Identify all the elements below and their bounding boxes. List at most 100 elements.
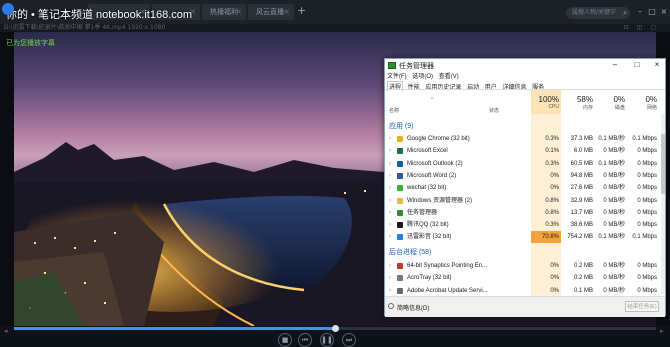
add-tab-icon[interactable]: +	[297, 4, 306, 18]
maximize-icon[interactable]: □	[646, 6, 658, 18]
expand-chevron-icon[interactable]: ›	[389, 207, 391, 219]
disk-value: 0.1 MB/秒	[598, 136, 625, 142]
explorer-icon	[397, 197, 403, 204]
memory-value: 13.7 MB	[570, 209, 593, 216]
fewer-details-link[interactable]: 简略信息(D)	[397, 303, 429, 312]
expand-chevron-icon[interactable]: ›	[389, 182, 391, 194]
menu-view[interactable]: 查看(V)	[439, 74, 459, 80]
maximize-icon[interactable]: □	[627, 59, 647, 71]
process-row[interactable]: › Microsoft Outlook (2) 0.3% 60.5 MB 0.1 MB/…	[385, 158, 665, 170]
process-row[interactable]: › Microsoft Word (2) 0% 94.8 MB 0 MB/秒 0 Mbps	[385, 170, 665, 182]
process-row[interactable]: › 迅雷影音 (32 bit) 70.8% 754.2 MB 0.1 MB/秒 0.1 M…	[385, 231, 665, 244]
process-name: Microsoft Excel	[407, 148, 448, 155]
process-row[interactable]: › AcroTray (32 bit) 0% 0.2 MB 0 MB/秒 0 Mbps	[385, 272, 665, 284]
task-manager-icon	[388, 62, 396, 69]
expand-chevron-icon[interactable]: ›	[389, 195, 391, 207]
close-icon[interactable]: ×	[647, 59, 667, 71]
network-value: 0 Mbps	[637, 197, 657, 204]
memory-value: 0.2 MB	[573, 275, 593, 282]
tab-processes[interactable]: 进程	[387, 81, 404, 92]
expand-chevron-icon[interactable]: ›	[389, 219, 391, 231]
menu-bar: 文件(F) 选项(O) 查看(V)	[387, 71, 463, 80]
expand-chevron-icon[interactable]: ›	[389, 272, 391, 284]
process-name: Microsoft Outlook (2)	[407, 160, 463, 167]
seek-back-icon[interactable]: ◂	[4, 327, 8, 335]
expand-chevron-icon[interactable]: ›	[389, 170, 391, 182]
col-name[interactable]: 名称	[389, 107, 399, 114]
disk-value: 0 MB/秒	[603, 185, 625, 192]
close-icon[interactable]: ×	[283, 4, 290, 20]
search-input[interactable]: 猛搜人物/关键字 ⌕	[566, 7, 630, 19]
memory-value: 60.5 MB	[570, 160, 593, 167]
disk-label: 磁盘	[614, 105, 625, 111]
memory-value: 37.3 MB	[570, 136, 593, 142]
expand-chevron-icon[interactable]: ›	[389, 145, 391, 157]
minimize-icon[interactable]: –	[605, 59, 625, 71]
prev-icon[interactable]: ⏮	[298, 333, 312, 347]
network-value: 0.1 Mbps	[632, 136, 657, 142]
network-value: 0 Mbps	[637, 209, 657, 216]
cpu-label: CPU	[548, 104, 559, 110]
close-icon[interactable]: ×	[235, 4, 242, 20]
process-row[interactable]: › Google Chrome (32 bit) 0.3% 37.3 MB 0.1 MB…	[385, 133, 665, 145]
expand-chevron-icon[interactable]: ›	[389, 260, 391, 272]
collapse-icon[interactable]	[388, 303, 394, 309]
cpu-value: 0%	[550, 275, 559, 282]
network-value: 0 Mbps	[637, 148, 657, 155]
network-value: 0 Mbps	[637, 263, 657, 269]
expand-chevron-icon[interactable]: ›	[389, 133, 391, 145]
col-network[interactable]: 0% 网络	[629, 90, 657, 114]
memory-value: 38.6 MB	[570, 222, 593, 229]
disk-value: 0 MB/秒	[603, 209, 625, 216]
col-status[interactable]: 状态	[489, 107, 499, 114]
process-row[interactable]: › Windows 资源管理器 (2) 0.8% 32.9 MB 0 MB/秒 0 Mbp…	[385, 195, 665, 207]
progress-knob[interactable]	[332, 325, 339, 332]
memory-value: 94.8 MB	[570, 172, 593, 179]
seek-forward-icon[interactable]: ▸	[660, 327, 664, 335]
process-name: 64-bit Synaptics Pointing En...	[407, 263, 488, 269]
minimize-icon[interactable]: –	[634, 6, 646, 18]
tab-live[interactable]: 风云直播 ×	[248, 4, 294, 20]
process-row[interactable]: › 任务管理器 0.8% 13.7 MB 0 MB/秒 0 Mbps	[385, 207, 665, 219]
pause-icon[interactable]: ❚❚	[320, 333, 334, 347]
end-task-button[interactable]: 结束任务(E)	[625, 301, 659, 312]
process-row[interactable]: › wechat (32 bit) 0% 27.6 MB 0 MB/秒 0 Mbps	[385, 182, 665, 194]
chrome-icon	[397, 136, 403, 142]
col-disk[interactable]: 0% 磁盘	[597, 90, 625, 114]
process-name: Google Chrome (32 bit)	[407, 136, 470, 142]
process-row[interactable]: › Adobe Acrobat Update Servi... 0% 0.1 MB 0 …	[385, 285, 665, 297]
process-row[interactable]: › 64-bit Synaptics Pointing En... 0% 0.2 MB…	[385, 260, 665, 272]
next-icon[interactable]: ⏭	[342, 333, 356, 347]
group-background[interactable]: 后台进程 (58)	[389, 247, 431, 257]
progress-bar[interactable]	[14, 325, 656, 332]
mem-label: 内存	[582, 105, 593, 111]
col-cpu[interactable]: 100% CPU	[531, 90, 559, 114]
col-memory[interactable]: 58% 内存	[565, 90, 593, 114]
cpu-value: 0.8%	[545, 209, 559, 216]
search-placeholder: 猛搜人物/关键字	[572, 9, 617, 16]
toolbar-icons[interactable]: ⊡◫▢	[624, 24, 664, 32]
process-row[interactable]: › 腾讯QQ (32 bit) 0.3% 38.6 MB 0 MB/秒 0 Mbps	[385, 219, 665, 231]
expand-chevron-icon[interactable]: ›	[389, 285, 391, 297]
disk-value: 0 MB/秒	[603, 275, 625, 282]
progress-fill	[14, 327, 335, 330]
wechat-icon	[397, 185, 403, 192]
process-name: 迅雷影音 (32 bit)	[407, 234, 452, 241]
group-apps[interactable]: 应用 (9)	[389, 121, 414, 131]
expand-chevron-icon[interactable]: ›	[389, 231, 391, 243]
expand-chevron-icon[interactable]: ›	[389, 158, 391, 170]
memory-value: 0.1 MB	[573, 287, 593, 294]
memory-value: 0.2 MB	[573, 263, 593, 269]
menu-options[interactable]: 选项(O)	[412, 74, 433, 80]
search-icon[interactable]: ⌕	[623, 7, 627, 19]
watermark-text: 你的 • 笔记本频道 notebook.it168.com	[6, 9, 193, 21]
tab-label: 风云直播	[256, 8, 284, 16]
disk-value: 0 MB/秒	[603, 263, 625, 269]
menu-file[interactable]: 文件(F)	[387, 74, 407, 80]
process-row[interactable]: › Microsoft Excel 0.1% 6.0 MB 0 MB/秒 0 Mbps	[385, 145, 665, 157]
disk-value: 0 MB/秒	[603, 222, 625, 229]
close-window-icon[interactable]: ×	[658, 6, 670, 18]
net-label: 网络	[646, 105, 657, 111]
stop-icon[interactable]: ■	[278, 333, 292, 347]
tab-hot-benefits[interactable]: 热播福利 ×	[202, 4, 246, 20]
